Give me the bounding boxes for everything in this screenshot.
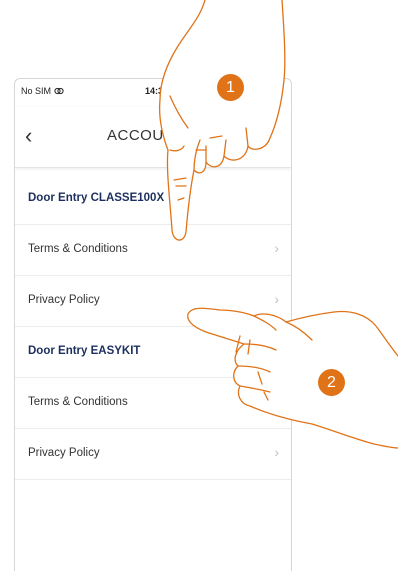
chevron-right-icon: › bbox=[274, 444, 279, 460]
back-chevron-icon[interactable]: ‹ bbox=[25, 125, 32, 147]
step-badge-1: 1 bbox=[217, 74, 244, 101]
chevron-right-icon: › bbox=[274, 291, 279, 307]
battery-icon bbox=[267, 89, 279, 94]
phone-screen: No SIM 14:30 ‹ ACCOUNT Door Entry CLASSE… bbox=[14, 78, 292, 571]
list-item-privacy-easykit[interactable]: Privacy Policy › bbox=[15, 429, 291, 480]
section-header-classe100x: Door Entry CLASSE100X bbox=[15, 174, 291, 225]
chevron-right-icon: › bbox=[274, 393, 279, 409]
list-item-label: Terms & Conditions bbox=[28, 243, 128, 255]
status-time: 14:30 bbox=[145, 86, 169, 96]
section-header-easykit: Door Entry EASYKIT bbox=[15, 327, 291, 378]
step-badge-2: 2 bbox=[318, 369, 345, 396]
account-list: Door Entry CLASSE100X Terms & Conditions… bbox=[15, 174, 291, 480]
instruction-illustration: No SIM 14:30 ‹ ACCOUNT Door Entry CLASSE… bbox=[0, 0, 398, 571]
list-item-label: Privacy Policy bbox=[28, 294, 100, 306]
section-header-label: Door Entry EASYKIT bbox=[28, 345, 141, 357]
list-item-label: Terms & Conditions bbox=[28, 396, 128, 408]
wifi-icon bbox=[54, 87, 64, 95]
carrier-indicator: No SIM bbox=[21, 86, 64, 96]
list-item-terms-classe100x[interactable]: Terms & Conditions › bbox=[15, 225, 291, 276]
list-item-label: Privacy Policy bbox=[28, 447, 100, 459]
list-item-terms-easykit[interactable]: Terms & Conditions › bbox=[15, 378, 291, 429]
status-bar: No SIM 14:30 bbox=[15, 79, 291, 107]
chevron-right-icon: › bbox=[274, 240, 279, 256]
page-title: ACCOUNT bbox=[107, 127, 185, 144]
section-header-label: Door Entry CLASSE100X bbox=[28, 192, 165, 204]
carrier-label: No SIM bbox=[21, 86, 52, 96]
navigation-bar: ‹ ACCOUNT bbox=[15, 107, 291, 168]
list-item-privacy-classe100x[interactable]: Privacy Policy › bbox=[15, 276, 291, 327]
